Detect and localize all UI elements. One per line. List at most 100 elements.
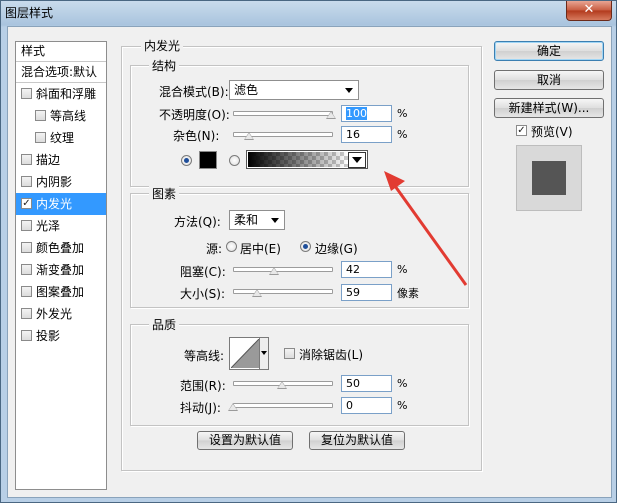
jitter-slider-thumb[interactable] (228, 403, 238, 411)
preview-thumbnail (516, 145, 582, 211)
style-item-checkbox[interactable] (35, 110, 46, 121)
source-edge-label[interactable]: 边缘(G) (315, 240, 358, 257)
style-item[interactable]: 描边 (16, 149, 106, 171)
annotation-arrow-icon (384, 171, 468, 286)
style-item[interactable]: 外发光 (16, 303, 106, 325)
inner-glow-title: 内发光 (141, 37, 184, 54)
blend-mode-value: 滤色 (234, 83, 259, 97)
style-item[interactable]: 颜色叠加 (16, 237, 106, 259)
chevron-down-icon (345, 88, 353, 93)
size-slider[interactable] (233, 289, 333, 294)
close-button[interactable]: ✕ (566, 1, 612, 21)
elements-title: 图素 (149, 185, 180, 202)
chevron-down-icon (271, 218, 279, 223)
style-item[interactable]: 投影 (16, 325, 106, 347)
style-item-checkbox[interactable] (21, 154, 32, 165)
style-item-checkbox[interactable] (21, 330, 32, 341)
style-item[interactable]: 等高线 (16, 105, 106, 127)
preview-checkbox[interactable]: ✓ (516, 125, 527, 136)
style-item-checkbox[interactable] (21, 286, 32, 297)
style-item-label: 图案叠加 (36, 285, 85, 299)
noise-slider-thumb[interactable] (243, 132, 254, 140)
style-item-checkbox[interactable]: ✓ (21, 198, 32, 209)
preview-swatch (532, 161, 566, 195)
contour-dropdown-button[interactable] (259, 338, 268, 369)
style-item-checkbox[interactable] (21, 264, 32, 275)
source-label: 源: (206, 242, 223, 256)
style-item[interactable]: 光泽 (16, 215, 106, 237)
style-item[interactable]: 渐变叠加 (16, 259, 106, 281)
dialog-body: 样式 混合选项:默认 斜面和浮雕 等高线 纹理 描边内阴影 ✓ 内发光光泽颜色叠加渐变叠加… (7, 26, 612, 498)
opacity-label: 不透明度(O): (159, 108, 230, 122)
technique-select[interactable]: 柔和 (229, 210, 285, 230)
technique-value: 柔和 (234, 213, 259, 227)
jitter-unit: % (397, 399, 408, 412)
cancel-button[interactable]: 取消 (494, 70, 604, 90)
choke-label: 阻塞(C): (180, 265, 226, 279)
style-item-checkbox[interactable] (21, 88, 32, 99)
blend-mode-select[interactable]: 滤色 (229, 80, 359, 100)
preview-label[interactable]: 预览(V) (531, 123, 573, 140)
glow-color-swatch[interactable] (199, 151, 217, 169)
style-item[interactable]: 斜面和浮雕 (16, 83, 106, 105)
opacity-input[interactable]: 100 (341, 105, 392, 122)
color-radio[interactable] (181, 155, 192, 166)
style-list: 样式 混合选项:默认 斜面和浮雕 等高线 纹理 描边内阴影 ✓ 内发光光泽颜色叠加渐变叠加… (15, 41, 107, 490)
size-slider-thumb[interactable] (251, 289, 262, 297)
ok-button[interactable]: 确定 (494, 41, 604, 61)
style-item-checkbox[interactable] (21, 308, 32, 319)
opacity-slider-thumb[interactable] (326, 111, 336, 119)
style-item-label: 外发光 (36, 307, 73, 321)
range-unit: % (397, 377, 408, 390)
chevron-down-icon (352, 157, 362, 163)
structure-title: 结构 (149, 57, 180, 74)
style-item-label: 内阴影 (36, 175, 73, 189)
style-item-checkbox[interactable] (21, 176, 32, 187)
noise-unit: % (397, 128, 408, 141)
style-item-label: 颜色叠加 (36, 241, 85, 255)
opacity-slider[interactable] (233, 111, 333, 116)
contour-picker[interactable] (229, 337, 269, 370)
source-center-label[interactable]: 居中(E) (240, 240, 281, 257)
gradient-preview (248, 152, 348, 167)
style-item-label: 渐变叠加 (36, 263, 85, 277)
range-label: 范围(R): (180, 379, 226, 393)
set-default-button[interactable]: 设置为默认值 (197, 431, 293, 450)
noise-input[interactable]: 16 (341, 126, 392, 143)
gradient-picker[interactable] (246, 150, 368, 169)
opacity-unit: % (397, 107, 408, 120)
style-item-checkbox[interactable] (21, 220, 32, 231)
style-item-checkbox[interactable] (21, 242, 32, 253)
style-list-header[interactable]: 样式 (16, 42, 106, 62)
antialias-checkbox[interactable] (284, 348, 295, 359)
source-center-radio[interactable] (226, 241, 237, 252)
size-unit: 像素 (397, 287, 419, 300)
jitter-input[interactable]: 0 (341, 397, 392, 414)
choke-slider-thumb[interactable] (269, 267, 280, 275)
blending-options-item[interactable]: 混合选项:默认 (16, 62, 106, 83)
new-style-button[interactable]: 新建样式(W)... (494, 98, 604, 118)
style-item-label: 内发光 (36, 197, 73, 211)
style-item[interactable]: 图案叠加 (16, 281, 106, 303)
title-bar[interactable]: 图层样式 ✕ (1, 1, 616, 25)
noise-label: 杂色(N): (173, 129, 220, 143)
style-item-label: 投影 (36, 329, 61, 343)
choke-slider[interactable] (233, 267, 333, 272)
jitter-slider[interactable] (233, 403, 333, 408)
style-item[interactable]: ✓ 内发光 (16, 193, 106, 215)
range-slider-thumb[interactable] (277, 381, 287, 389)
blend-mode-label: 混合模式(B): (159, 85, 229, 99)
style-item[interactable]: 纹理 (16, 127, 106, 149)
gradient-radio[interactable] (229, 155, 240, 166)
style-item[interactable]: 内阴影 (16, 171, 106, 193)
source-edge-radio[interactable] (300, 241, 311, 252)
style-item-checkbox[interactable] (35, 132, 46, 143)
gradient-dropdown-button[interactable] (348, 152, 366, 168)
jitter-label: 抖动(J): (180, 401, 221, 415)
antialias-label[interactable]: 消除锯齿(L) (299, 346, 363, 363)
quality-title: 品质 (149, 316, 180, 333)
range-input[interactable]: 50 (341, 375, 392, 392)
technique-label: 方法(Q): (174, 215, 221, 229)
reset-default-button[interactable]: 复位为默认值 (309, 431, 405, 450)
style-items: 斜面和浮雕 等高线 纹理 描边内阴影 ✓ 内发光光泽颜色叠加渐变叠加图案叠加外发光投影 (16, 83, 106, 347)
